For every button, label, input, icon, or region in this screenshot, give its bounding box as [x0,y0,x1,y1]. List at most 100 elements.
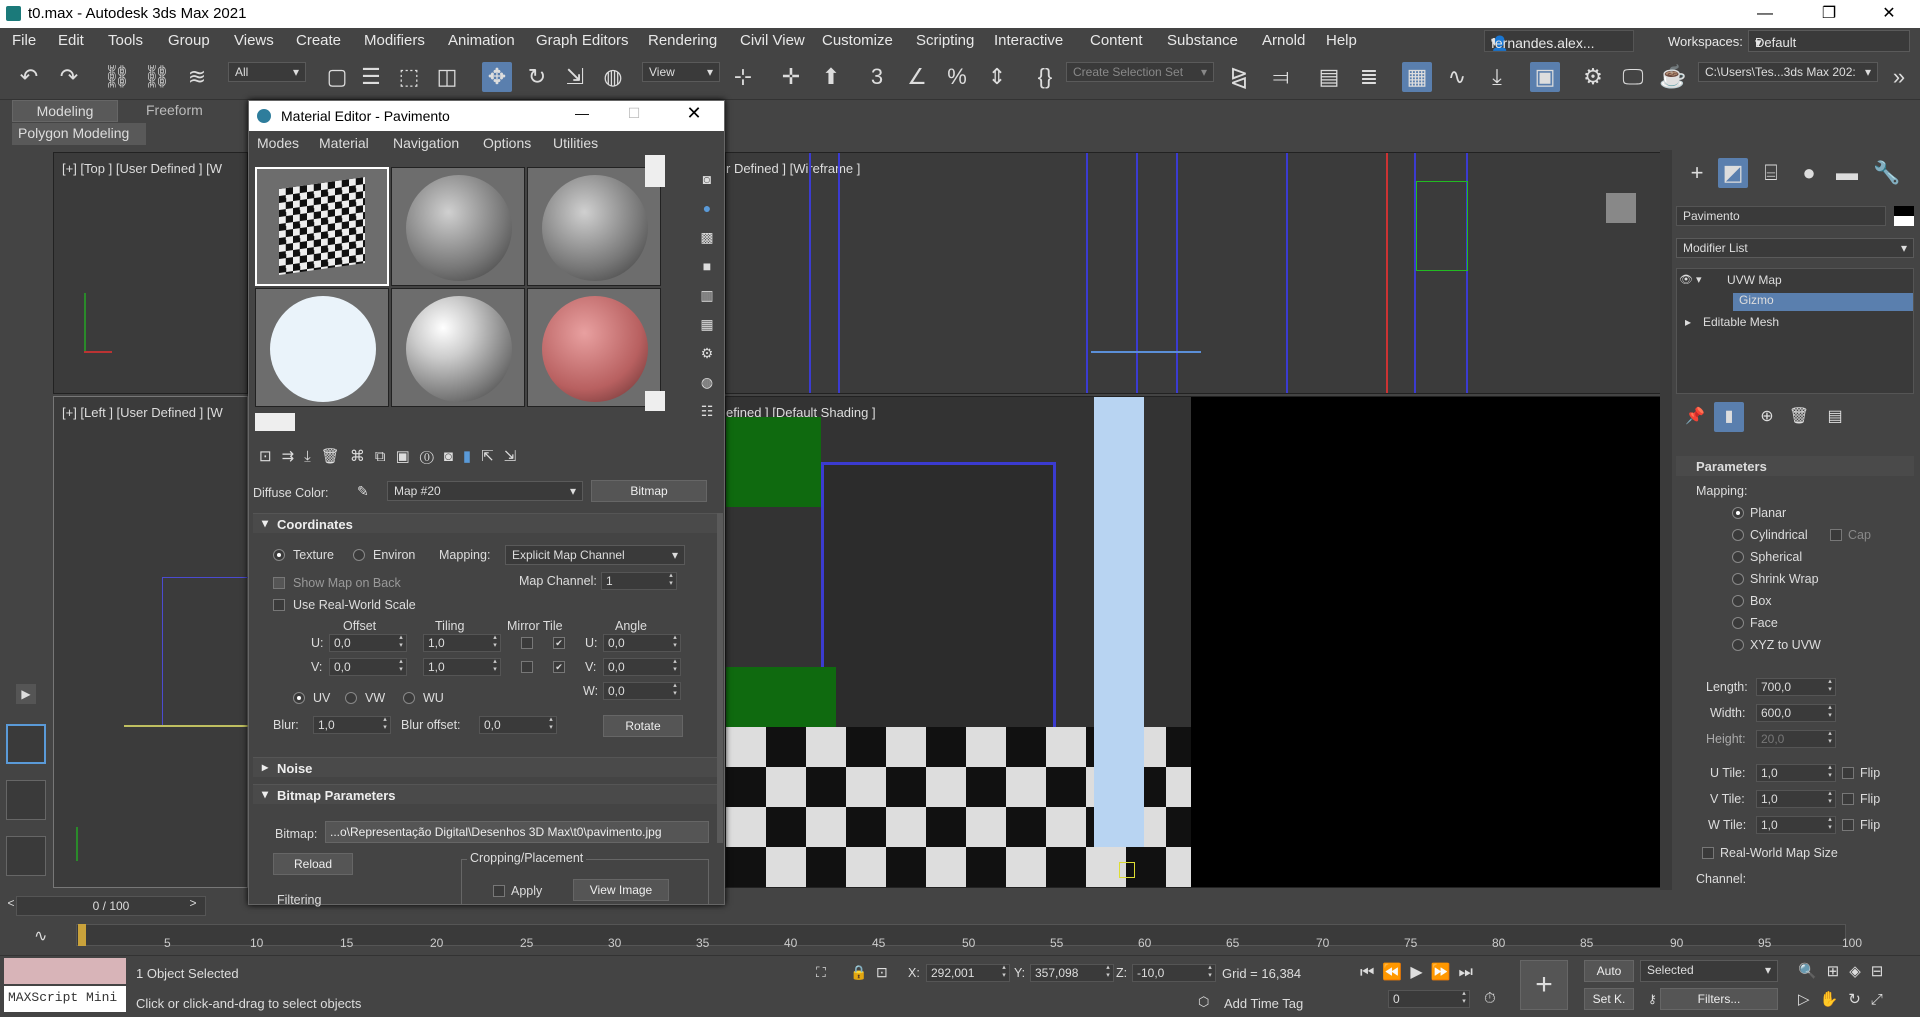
named-selection-sets-dropdown[interactable]: Create Selection Set ▾ [1066,62,1214,82]
sample-slot-3[interactable] [527,167,661,286]
menu-create[interactable]: Create [296,32,341,49]
rollout-scrollbar[interactable] [717,513,723,843]
align-icon[interactable]: ⫤ [1266,62,1296,92]
undo-icon[interactable]: ↶ [14,62,44,92]
percent-snap-icon[interactable]: % [942,62,972,92]
menu-graph-editors[interactable]: Graph Editors [536,32,629,49]
filters-button[interactable]: Filters... [1660,988,1778,1010]
menu-civil-view[interactable]: Civil View [740,32,805,49]
me-menu-navigation[interactable]: Navigation [393,135,459,151]
current-frame-field[interactable]: 0 [1388,989,1470,1008]
v-tile-checkbox[interactable]: ✔ [553,661,565,673]
me-maximize-button[interactable]: ☐ [619,105,649,122]
motion-tab-icon[interactable]: ● [1794,158,1824,188]
expand-layout-icon[interactable]: ▶ [16,684,36,704]
select-move-icon[interactable]: ✥ [482,62,512,92]
real-world-map-size-checkbox[interactable] [1702,847,1714,859]
make-preview-icon[interactable]: ▦ [697,310,717,339]
map-name-field[interactable]: Map #20 ▾ [387,481,583,501]
radio-cylindrical[interactable] [1732,529,1744,541]
background-icon[interactable]: ▩ [697,223,717,252]
render-setup-icon[interactable]: ⚙ [1578,62,1608,92]
pin-stack-icon[interactable]: 📌 [1680,402,1710,432]
w-angle-spinner[interactable]: 0,0 [603,681,681,700]
menu-modifiers[interactable]: Modifiers [364,32,425,49]
radio-planar[interactable] [1732,507,1744,519]
u-tile-checkbox[interactable]: ✔ [553,637,565,649]
make-unique-icon[interactable]: ⊕ [1752,402,1782,432]
menu-scripting[interactable]: Scripting [916,32,974,49]
object-color-swatch[interactable] [1894,206,1914,226]
expand-arrow-icon[interactable]: ▸ [1685,315,1691,329]
auto-key-button[interactable]: Auto [1584,960,1634,982]
maxscript-listener-output[interactable] [4,958,126,984]
viewport-nav-icons-top[interactable]: 🔍⊞◈⊟ [1798,962,1893,980]
noise-rollout[interactable]: Noise [253,757,719,777]
slot-scrollbar-v[interactable] [645,155,665,187]
layout-4-icon[interactable] [6,724,46,764]
v-angle-spinner[interactable]: 0,0 [603,657,681,676]
select-rotate-icon[interactable]: ↻ [522,62,552,92]
hierarchy-tab-icon[interactable]: ⌸ [1756,158,1786,188]
menu-edit[interactable]: Edit [58,32,84,49]
flip-w-checkbox[interactable] [1842,819,1854,831]
v-tiling-spinner[interactable]: 1,0 [423,657,501,676]
layout-1-icon[interactable] [6,780,46,820]
z-coordinate[interactable]: -10,0 [1132,963,1216,982]
viewport-nav-icons-bottom[interactable]: ▷✋↻⤢ [1798,990,1893,1008]
coordinates-rollout[interactable]: Coordinates [253,513,719,533]
view-image-button[interactable]: View Image [573,879,669,901]
vtile-spinner[interactable]: 1,0 [1756,789,1836,808]
key-icon[interactable]: ⚷ [1648,992,1657,1006]
snaps-toggle-icon[interactable]: 3 [862,62,892,92]
bind-spacewarp-icon[interactable]: ≋ [182,62,212,92]
me-bottom-toolbar[interactable]: ⊡⇉⤓🗑⌘⧉▣⓪◙▮⇱⇲ [259,447,526,465]
command-panel-scrollbar[interactable] [1660,150,1672,890]
wtile-spinner[interactable]: 1,0 [1756,815,1836,834]
mapping-dropdown[interactable]: Explicit Map Channel ▾ [505,545,685,565]
angle-snap-icon[interactable]: ∠ [902,62,932,92]
me-menu-options[interactable]: Options [483,135,531,151]
material-navigator-icon[interactable]: ☷ [697,397,717,426]
keyboard-shortcut-override-icon[interactable]: ⬆ [816,62,846,92]
key-filter-selected-dropdown[interactable]: Selected ▾ [1640,960,1778,982]
u-mirror-checkbox[interactable] [521,637,533,649]
pivot-center-icon[interactable]: ⊹ [728,62,758,92]
utile-spinner[interactable]: 1,0 [1756,763,1836,782]
menu-customize[interactable]: Customize [822,32,893,49]
me-menu-utilities[interactable]: Utilities [553,135,598,151]
menu-rendering[interactable]: Rendering [648,32,717,49]
maxscript-mini-input[interactable]: MAXScript Mini [4,986,126,1012]
minimize-button[interactable]: — [1742,0,1788,28]
playback-controls-icon[interactable]: ⏮⏪▶⏩⏭ [1360,962,1481,982]
u-offset-spinner[interactable]: 0,0 [329,633,407,652]
parameters-rollout[interactable]: Parameters [1676,456,1914,476]
stack-item-gizmo[interactable]: Gizmo [1733,293,1913,311]
flip-v-checkbox[interactable] [1842,793,1854,805]
curve-editor-icon[interactable]: ∿ [1442,62,1472,92]
rotate-button[interactable]: Rotate [603,715,683,737]
unlink-icon[interactable]: ⛓ [142,62,172,92]
blur-offset-spinner[interactable]: 0,0 [479,715,557,734]
display-tab-icon[interactable]: ▬ [1832,158,1862,188]
modify-tab-icon[interactable]: ◩ [1718,158,1748,188]
select-manipulate-icon[interactable]: ✛ [776,62,806,92]
x-coordinate[interactable]: 292,001 [926,963,1010,982]
remove-modifier-icon[interactable]: 🗑 [1784,402,1814,432]
ribbon-tab-modeling[interactable]: Modeling [12,100,118,122]
time-slider[interactable]: 0 / 100 [16,896,206,916]
me-close-button[interactable]: ✕ [679,103,709,124]
redo-icon[interactable]: ↷ [54,62,84,92]
object-name-field[interactable]: Pavimento [1676,206,1886,226]
radio-xyz-to-uvw[interactable] [1732,639,1744,651]
apply-checkbox[interactable] [493,885,505,897]
maximize-button[interactable]: ❐ [1806,0,1852,28]
set-key-mode-button[interactable]: Set K. [1584,988,1634,1010]
isolate-selection-icon[interactable]: ⛶ [816,964,826,981]
ribbon-polygon-modeling[interactable]: Polygon Modeling [12,123,146,145]
slot-scrollbar-h[interactable] [255,413,295,431]
select-scale-icon[interactable]: ⇲ [560,62,590,92]
blur-spinner[interactable]: 1,0 [313,715,391,734]
reload-button[interactable]: Reload [273,853,353,875]
utilities-tab-icon[interactable]: 🔧 [1872,158,1902,188]
